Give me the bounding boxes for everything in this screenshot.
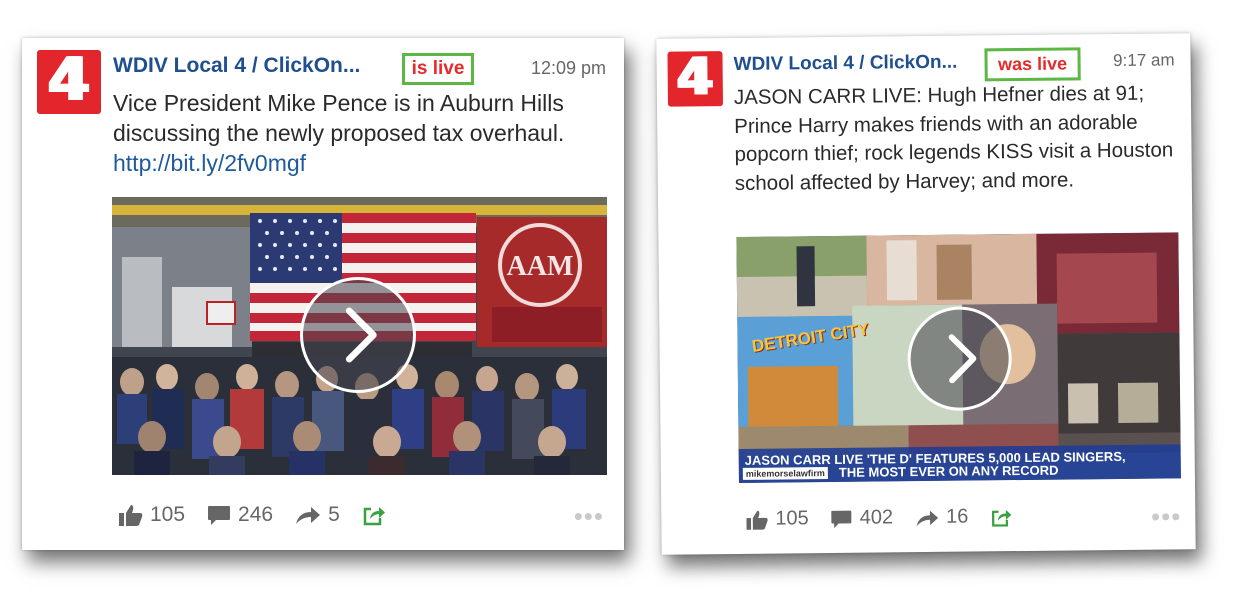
- share-count-button[interactable]: 5: [295, 503, 340, 527]
- post-text: JASON CARR LIVE: Hugh Hefner dies at 91;…: [733, 81, 1174, 195]
- comment-icon: [208, 506, 231, 525]
- play-button[interactable]: [907, 306, 1013, 412]
- post-text: Vice President Mike Pence is in Auburn H…: [113, 88, 593, 178]
- live-status-badge: is live: [402, 53, 474, 85]
- comment-count: 402: [859, 506, 894, 529]
- share-count: 5: [328, 503, 340, 526]
- comment-count: 246: [238, 503, 274, 526]
- page-name-link[interactable]: WDIV Local 4 / ClickOn...: [113, 54, 360, 78]
- video-thumbnail[interactable]: DETROIT CITY JASON CARR LIVE 'THE D' FEA…: [736, 232, 1181, 483]
- share-box-icon: [363, 507, 385, 526]
- thumbs-up-icon: [746, 510, 768, 530]
- post-timestamp[interactable]: 9:17 am: [1113, 50, 1175, 71]
- post-card-was-live: 4 WDIV Local 4 / ClickOn... was live 9:1…: [656, 33, 1196, 555]
- like-button[interactable]: 105: [119, 503, 185, 527]
- like-count: 105: [775, 507, 809, 530]
- share-button[interactable]: [990, 507, 1019, 527]
- comment-button[interactable]: 402: [831, 506, 894, 530]
- share-box-icon: [991, 509, 1012, 527]
- comment-icon: [831, 510, 852, 528]
- aam-sign-text: AAM: [507, 251, 574, 282]
- share-count: 16: [945, 505, 969, 528]
- video-caption-bar: JASON CARR LIVE 'THE D' FEATURES 5,000 L…: [738, 444, 1181, 483]
- post-link[interactable]: http://bit.ly/2fv0mgf: [113, 150, 306, 176]
- comment-button[interactable]: 246: [207, 503, 273, 527]
- more-options-button[interactable]: •••: [1151, 501, 1182, 531]
- live-status-badge: was live: [984, 47, 1081, 82]
- sponsor-logo: mikemorselawfirm: [742, 467, 828, 480]
- like-button[interactable]: 105: [746, 507, 809, 531]
- share-arrow-icon: [296, 507, 321, 524]
- like-count: 105: [150, 503, 186, 526]
- more-options-button[interactable]: •••: [574, 503, 604, 529]
- post-timestamp[interactable]: 12:09 pm: [531, 58, 606, 79]
- thumbs-up-icon: [119, 505, 143, 526]
- wdiv-logo[interactable]: 4: [37, 50, 101, 114]
- reaction-bar: 105 246 5: [119, 503, 415, 527]
- caption-line-2: THE MOST EVER ON ANY RECORD: [838, 462, 1059, 480]
- share-button[interactable]: [362, 504, 393, 526]
- reaction-bar: 105 402 16: [746, 505, 1041, 531]
- wdiv-logo[interactable]: 4: [667, 47, 724, 107]
- video-thumbnail[interactable]: AAM: [112, 197, 607, 475]
- share-arrow-icon: [916, 510, 938, 526]
- post-card-live: 4 WDIV Local 4 / ClickOn... is live 12:0…: [22, 38, 624, 550]
- page-name-link[interactable]: WDIV Local 4 / ClickOn...: [733, 52, 957, 76]
- play-icon: [948, 334, 977, 384]
- play-icon: [345, 307, 377, 363]
- share-count-button[interactable]: 16: [915, 506, 968, 530]
- play-button[interactable]: [300, 277, 416, 393]
- post-body: Vice President Mike Pence is in Auburn H…: [113, 90, 565, 146]
